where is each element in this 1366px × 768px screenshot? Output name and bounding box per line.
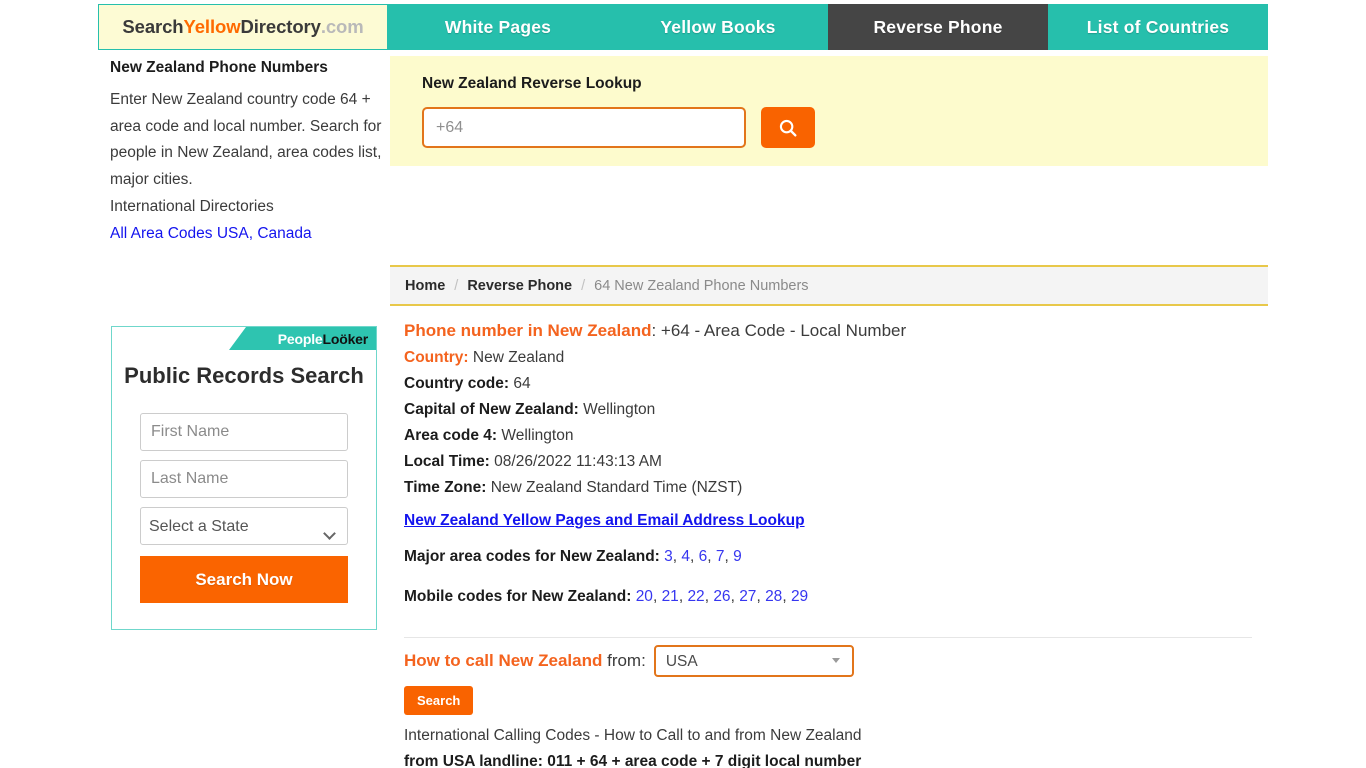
how-to-call-search-button[interactable]: Search — [404, 686, 474, 715]
detail-label-local-time: Local Time: — [404, 453, 490, 470]
breadcrumb-reverse-phone[interactable]: Reverse Phone — [467, 278, 572, 294]
code-link[interactable]: 29 — [791, 588, 808, 605]
breadcrumb-separator-2: / — [581, 277, 586, 294]
details-headline-accent: Phone number in New Zealand — [404, 321, 652, 340]
site-logo[interactable]: Search Yellow Directory .com — [98, 4, 388, 50]
code-link[interactable]: 21 — [662, 588, 679, 605]
detail-label-time-zone: Time Zone: — [404, 479, 487, 496]
detail-value-capital: Wellington — [583, 401, 656, 418]
code-link[interactable]: 9 — [733, 548, 742, 565]
details-headline: Phone number in New Zealand: +64 - Area … — [404, 316, 1269, 345]
code-link[interactable]: 7 — [716, 548, 725, 565]
reverse-lookup-title: New Zealand Reverse Lookup — [422, 75, 642, 92]
detail-label-capital: Capital of New Zealand: — [404, 401, 579, 418]
logo-part-search: Search — [122, 16, 184, 37]
phone-search-button[interactable] — [761, 107, 815, 148]
first-name-input[interactable] — [140, 413, 348, 451]
code-link[interactable]: 28 — [765, 588, 782, 605]
detail-value-country-code: 64 — [513, 375, 531, 392]
detail-row-area-code: Area code 4: Wellington — [404, 423, 1269, 449]
major-area-codes-label: Major area codes for New Zealand: — [404, 548, 660, 565]
detail-label-area-code: Area code 4: — [404, 427, 498, 444]
reverse-lookup-panel: New Zealand Reverse Lookup — [390, 56, 1268, 166]
nav-tab-white-pages[interactable]: White Pages — [388, 4, 608, 50]
origin-country-select[interactable]: USA — [653, 645, 854, 677]
code-link[interactable]: 26 — [713, 588, 730, 605]
sidebar: New Zealand Phone Numbers Enter New Zeal… — [110, 58, 390, 248]
code-link[interactable]: 4 — [681, 548, 690, 565]
detail-row-country-code: Country code: 64 — [404, 371, 1269, 397]
sidebar-paragraph: Enter New Zealand country code 64 + area… — [110, 91, 382, 188]
sidebar-title: New Zealand Phone Numbers — [110, 59, 328, 76]
yellow-pages-lookup-link[interactable]: New Zealand Yellow Pages and Email Addre… — [404, 512, 805, 530]
how-to-call-row: How to call New Zealand from: USA — [404, 645, 1269, 677]
public-records-widget: PeopleLoöker Public Records Search Selec… — [111, 326, 377, 630]
section-divider — [404, 637, 1252, 638]
origin-country-select-wrapper: USA — [653, 645, 854, 677]
major-area-codes-list: 3, 4, 6, 7, 9 — [664, 548, 742, 565]
sidebar-subtitle: International Directories — [110, 198, 274, 216]
detail-value-country: New Zealand — [472, 349, 565, 366]
state-select-wrapper: Select a State — [112, 507, 376, 545]
detail-value-area-code: Wellington — [501, 427, 574, 444]
international-calling-note: International Calling Codes - How to Cal… — [404, 727, 862, 744]
breadcrumb-home[interactable]: Home — [405, 278, 445, 294]
how-to-call-accent: How to call New Zealand — [404, 651, 603, 670]
breadcrumb-separator-1: / — [454, 277, 459, 294]
code-link[interactable]: 22 — [687, 588, 704, 605]
code-link[interactable]: 6 — [699, 548, 708, 565]
widget-heading: Public Records Search — [124, 363, 364, 388]
code-link[interactable]: 20 — [636, 588, 653, 605]
code-link[interactable]: 27 — [739, 588, 756, 605]
mobile-codes-list: 20, 21, 22, 26, 27, 28, 29 — [635, 588, 809, 605]
peoplelooker-logo: People Loöker — [229, 327, 376, 350]
major-area-codes-row: Major area codes for New Zealand: 3, 4, … — [404, 544, 1269, 570]
detail-label-country: Country: — [404, 349, 469, 366]
search-icon — [779, 119, 797, 137]
detail-row-capital: Capital of New Zealand: Wellington — [404, 397, 1269, 423]
peoplelooker-logo-people: People — [277, 330, 323, 347]
logo-part-directory: Directory — [240, 16, 321, 37]
how-to-call-section: How to call New Zealand from: USA Search… — [404, 645, 1269, 768]
code-link[interactable]: 3 — [664, 548, 673, 565]
nav-tab-list-of-countries[interactable]: List of Countries — [1048, 4, 1268, 50]
search-now-button[interactable]: Search Now — [140, 556, 348, 603]
last-name-input[interactable] — [140, 460, 348, 498]
site-header: Search Yellow Directory .com White Pages Ye… — [98, 4, 1268, 50]
mobile-codes-row: Mobile codes for New Zealand: 20, 21, 22… — [404, 584, 1269, 610]
details-headline-rest: : +64 - Area Code - Local Number — [651, 321, 907, 340]
state-select[interactable]: Select a State — [140, 507, 348, 545]
details-section: Phone number in New Zealand: +64 - Area … — [404, 316, 1269, 638]
logo-part-com: .com — [320, 16, 364, 37]
detail-label-country-code: Country code: — [404, 375, 510, 392]
logo-part-yellow: Yellow — [183, 16, 241, 37]
sidebar-link-all-area-codes[interactable]: All Area Codes USA, Canada — [110, 221, 390, 248]
detail-value-local-time: 08/26/2022 11:43:13 AM — [494, 453, 662, 470]
peoplelooker-logo-looker: Loöker — [322, 330, 369, 347]
breadcrumb-current: 64 New Zealand Phone Numbers — [594, 277, 809, 294]
nav-tab-reverse-phone[interactable]: Reverse Phone — [828, 4, 1048, 50]
detail-value-time-zone: New Zealand Standard Time (NZST) — [490, 479, 743, 496]
detail-row-time-zone: Time Zone: New Zealand Standard Time (NZ… — [404, 475, 1269, 501]
detail-row-country: Country: New Zealand — [404, 345, 1269, 371]
detail-row-local-time: Local Time: 08/26/2022 11:43:13 AM — [404, 449, 1269, 475]
phone-search-input[interactable] — [422, 107, 746, 148]
landline-dialing-note: from USA landline: 011 + 64 + area code … — [404, 753, 862, 768]
breadcrumb: Home / Reverse Phone / 64 New Zealand Ph… — [390, 265, 1268, 306]
nav-tab-yellow-books[interactable]: Yellow Books — [608, 4, 828, 50]
how-to-call-label: How to call New Zealand from: — [404, 651, 646, 671]
page-root: Search Yellow Directory .com White Pages Ye… — [0, 0, 1366, 768]
how-to-call-rest: from: — [602, 651, 646, 670]
mobile-codes-label: Mobile codes for New Zealand: — [404, 588, 632, 605]
